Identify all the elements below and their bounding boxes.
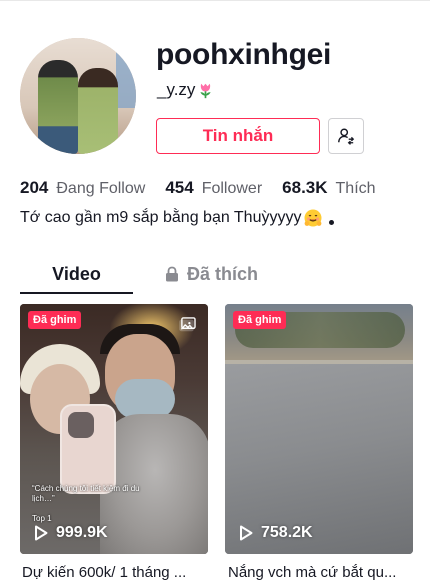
tulip-icon	[200, 83, 212, 98]
tab-liked-label: Đã thích	[187, 263, 259, 284]
avatar[interactable]	[20, 38, 136, 154]
play-icon	[35, 525, 48, 541]
add-friend-button[interactable]	[328, 118, 364, 154]
avatar-person-left	[38, 60, 78, 154]
active-tab-indicator	[20, 292, 133, 294]
profile-tabs: Video Đã thích	[20, 254, 430, 294]
play-icon	[240, 525, 253, 541]
view-count: 999.9K	[34, 524, 108, 542]
lock-icon	[166, 266, 178, 282]
tab-video[interactable]: Video	[20, 254, 133, 294]
thumbnail-mask	[115, 379, 175, 419]
view-count-value: 758.2K	[261, 524, 313, 541]
video-description[interactable]: Nắng vch mà cứ bắt qu...	[228, 564, 416, 581]
nickname: _y.zy	[157, 80, 214, 100]
video-card[interactable]: “Cách chúng tôi tiết kiệm đi du lịch…” T…	[20, 304, 208, 554]
following-label: Đang Follow	[56, 180, 146, 197]
view-count: 758.2K	[239, 524, 313, 542]
video-overlay-top: Top 1	[32, 514, 52, 523]
followers-label: Follower	[201, 180, 263, 197]
following-stat[interactable]: 204 Đang Follow	[20, 178, 145, 198]
likes-stat: 68.3K Thích	[282, 178, 375, 198]
view-count-value: 999.9K	[56, 524, 108, 541]
following-count: 204	[20, 178, 49, 197]
bio: Tớ cao gần m9 sắp bằng bạn Thuỳyyyy	[20, 208, 335, 228]
username: poohxinhgei	[156, 38, 332, 71]
pinned-badge: Đã ghim	[28, 311, 82, 329]
bio-text: Tớ cao gần m9 sắp bằng bạn Thuỳyyyy	[20, 209, 302, 226]
avatar-person-right	[78, 68, 118, 154]
profile-stats: 204 Đang Follow 454 Follower 68.3K Thích	[20, 178, 396, 198]
tab-video-label: Video	[52, 263, 101, 284]
hugging-face-icon	[304, 209, 322, 227]
photo-carousel-icon	[179, 317, 196, 332]
followers-count: 454	[165, 178, 194, 197]
thumbnail-phone-camera	[68, 412, 94, 438]
video-card[interactable]: Đã ghim 758.2K	[225, 304, 413, 554]
tab-liked[interactable]: Đã thích	[165, 254, 258, 294]
bio-trailing-dot	[329, 219, 335, 225]
video-description[interactable]: Dự kiến 600k/ 1 tháng ...	[22, 564, 212, 581]
message-button[interactable]: Tin nhắn	[156, 118, 320, 154]
likes-count: 68.3K	[282, 178, 328, 197]
video-overlay-caption: “Cách chúng tôi tiết kiệm đi du lịch…”	[32, 484, 140, 503]
top-divider	[0, 0, 430, 5]
followers-stat[interactable]: 454 Follower	[165, 178, 262, 198]
add-friend-icon	[338, 128, 355, 145]
pinned-badge: Đã ghim	[233, 311, 287, 329]
avatar-window	[116, 48, 136, 108]
likes-label: Thích	[335, 180, 376, 197]
nickname-text: _y.zy	[157, 80, 196, 99]
